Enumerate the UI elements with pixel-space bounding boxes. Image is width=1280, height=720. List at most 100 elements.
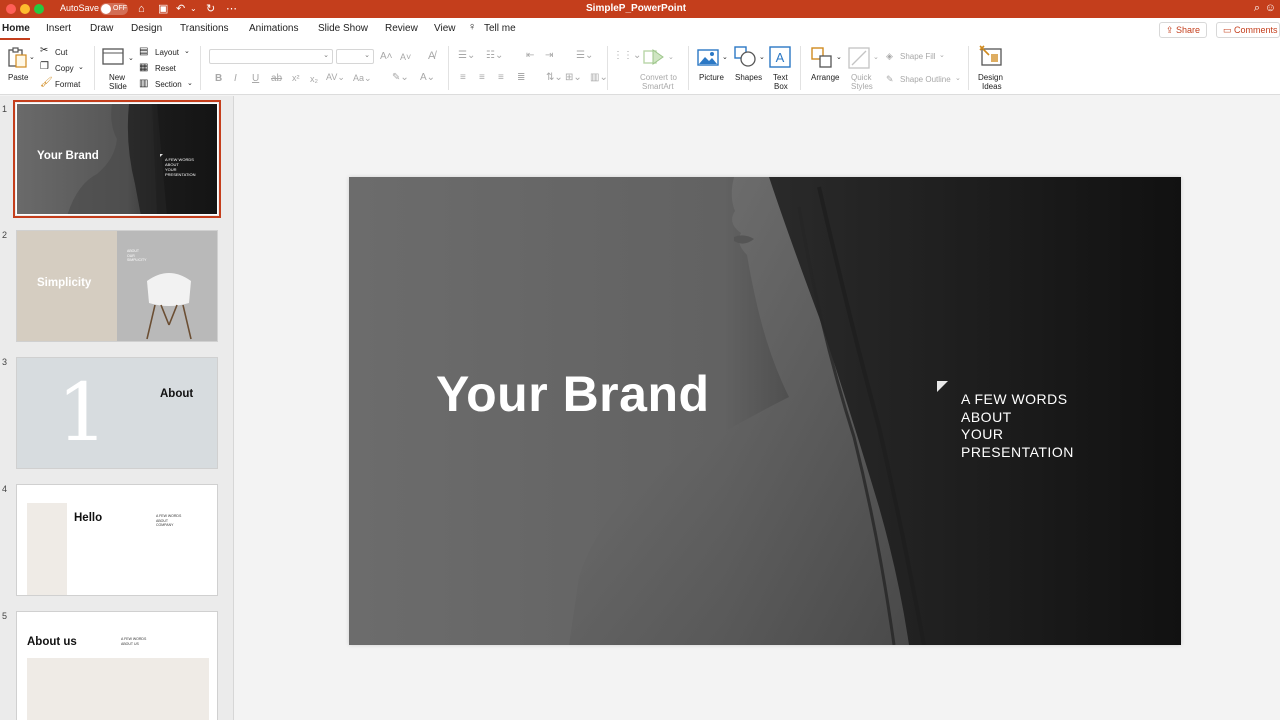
columns-dropdown-icon[interactable]: ⋮⋮⌄ [613,50,641,61]
text-direction-icon[interactable]: ⇅⌄ [546,72,563,83]
align-center-icon[interactable]: ≡ [479,72,485,83]
tab-slide-show[interactable]: Slide Show [318,23,368,34]
increase-font-size-icon[interactable]: A˄ [380,51,393,62]
tab-review[interactable]: Review [385,23,418,34]
character-spacing-icon[interactable]: AV⌄ [326,72,345,83]
italic-icon[interactable]: I [234,73,237,84]
undo-dropdown-icon[interactable]: ⌄ [190,2,197,16]
font-size-dropdown[interactable]: ⌄ [336,49,374,64]
tab-draw[interactable]: Draw [90,23,113,34]
arrange-dropdown-icon[interactable]: ⌄ [836,53,842,61]
superscript-icon[interactable]: x² [292,73,300,83]
shape-fill-dropdown-icon[interactable]: ⌄ [939,51,945,59]
design-ideas-label-2: Ideas [982,82,1002,91]
align-right-icon[interactable]: ≡ [498,72,504,83]
decrease-font-size-icon[interactable]: A˅ [400,52,411,62]
bold-icon[interactable]: B [215,73,222,84]
line-spacing-icon[interactable]: ☰⌄ [576,50,593,61]
format-painter-button[interactable]: Format [55,80,80,89]
smartart-dropdown-icon[interactable]: ⌄ [668,53,674,61]
share-label: Share [1175,25,1200,35]
maximize-window-button[interactable] [34,4,44,14]
divider [94,46,95,90]
decrease-indent-icon[interactable]: ⇤ [526,50,534,61]
reset-button[interactable]: Reset [155,64,176,73]
shapes-icon [734,46,756,67]
underline-icon[interactable]: U [252,73,259,84]
tab-view[interactable]: View [434,23,456,34]
change-case-icon[interactable]: Aa⌄ [353,73,372,84]
main-slide[interactable]: Your Brand A FEW WORDS ABOUT YOUR PRESEN… [349,177,1181,645]
cut-button[interactable]: Cut [55,48,67,57]
smartart-icon [643,49,664,65]
share-button[interactable]: ⇪ Share [1158,22,1207,38]
quick-styles-dropdown-icon[interactable]: ⌄ [873,53,879,61]
slide-thumbnail-5[interactable]: About us A FEW WORDS ABOUT US [16,611,218,720]
tab-transitions[interactable]: Transitions [180,23,229,34]
clear-formatting-icon[interactable]: A̸ [428,50,435,62]
more-icon[interactable]: ⋯ [226,2,237,16]
arrange-label: Arrange [811,73,840,82]
tab-home[interactable]: Home [2,23,30,34]
section-dropdown-icon[interactable]: ⌄ [187,79,193,87]
slide-thumbnail-pane[interactable]: 1 Your Brand A FEW WORDS ABOUT YOUR PRES… [0,96,234,720]
highlight-icon[interactable]: ✎⌄ [392,72,409,83]
home-icon[interactable]: ⌂ [138,2,145,16]
save-icon[interactable]: ▣ [158,2,168,16]
align-left-icon[interactable]: ≡ [460,72,466,83]
subtitle-line: A FEW WORDS [121,637,147,641]
text-box-label-2: Box [774,82,788,91]
shape-outline-button[interactable]: Shape Outline [900,75,951,84]
slide-thumbnail-3[interactable]: 1 About [16,357,218,469]
svg-text:A: A [776,50,785,65]
section-button[interactable]: Section [155,80,182,89]
minimize-window-button[interactable] [20,4,30,14]
slide-2-photo-panel [117,231,217,341]
slide-thumbnail-1[interactable]: Your Brand A FEW WORDS ABOUT YOUR PRESEN… [13,100,221,218]
redo-icon[interactable]: ↻ [206,2,215,16]
slide-thumbnail-4[interactable]: Hello A FEW WORDS ABOUT COMPANY [16,484,218,596]
copy-button[interactable]: Copy [55,64,74,73]
shapes-dropdown-icon[interactable]: ⌄ [759,53,765,61]
autosave-toggle[interactable]: OFF [100,3,128,15]
layout-dropdown-icon[interactable]: ⌄ [184,47,190,55]
picture-label: Picture [699,73,724,82]
undo-icon[interactable]: ↶ [176,2,185,16]
tell-me-input[interactable]: Tell me [484,23,516,34]
numbering-icon[interactable]: ☷⌄ [486,50,503,61]
bullets-icon[interactable]: ☰⌄ [458,50,475,61]
strikethrough-icon[interactable]: ab [271,73,282,84]
shape-outline-dropdown-icon[interactable]: ⌄ [955,74,961,82]
shape-fill-button[interactable]: Shape Fill [900,52,936,61]
font-name-dropdown[interactable]: ⌄ [209,49,333,64]
slide-3-title: About [160,388,194,400]
columns-icon[interactable]: ▥⌄ [590,72,608,83]
slide-thumbnail-2[interactable]: Simplicity ABOUT OUR SIMPLICITY [16,230,218,342]
slide-2-title: Simplicity [37,277,92,289]
justify-icon[interactable]: ≣ [517,72,525,83]
tab-design[interactable]: Design [131,23,162,34]
align-text-icon[interactable]: ⊞⌄ [565,72,582,83]
comments-button[interactable]: ▭ Comments [1216,22,1280,38]
chevron-down-icon: ⌄ [323,52,329,59]
corner-mark-icon [937,381,948,392]
new-slide-dropdown-icon[interactable]: ⌄ [128,54,134,62]
increase-indent-icon[interactable]: ⇥ [545,50,553,61]
slide-title[interactable]: Your Brand [436,365,710,423]
copy-dropdown-icon[interactable]: ⌄ [78,63,84,71]
subscript-icon[interactable]: x₂ [310,74,318,84]
tab-insert[interactable]: Insert [46,23,71,34]
tab-animations[interactable]: Animations [249,23,298,34]
shape-fill-icon: ◈ [886,51,893,61]
font-color-icon[interactable]: A⌄ [420,72,435,83]
slide-number: 2 [2,230,8,240]
search-icon[interactable]: ⌕ [1254,2,1260,15]
picture-dropdown-icon[interactable]: ⌄ [722,53,728,61]
arrange-icon [811,47,832,68]
layout-button[interactable]: Layout [155,48,179,57]
account-icon[interactable]: ☺ [1265,2,1276,14]
paste-dropdown-icon[interactable]: ⌄ [29,53,35,61]
slide-subtitle[interactable]: A FEW WORDS ABOUT YOUR PRESENTATION [961,391,1074,461]
close-window-button[interactable] [6,4,16,14]
subtitle-line: COMPANY [156,523,174,527]
